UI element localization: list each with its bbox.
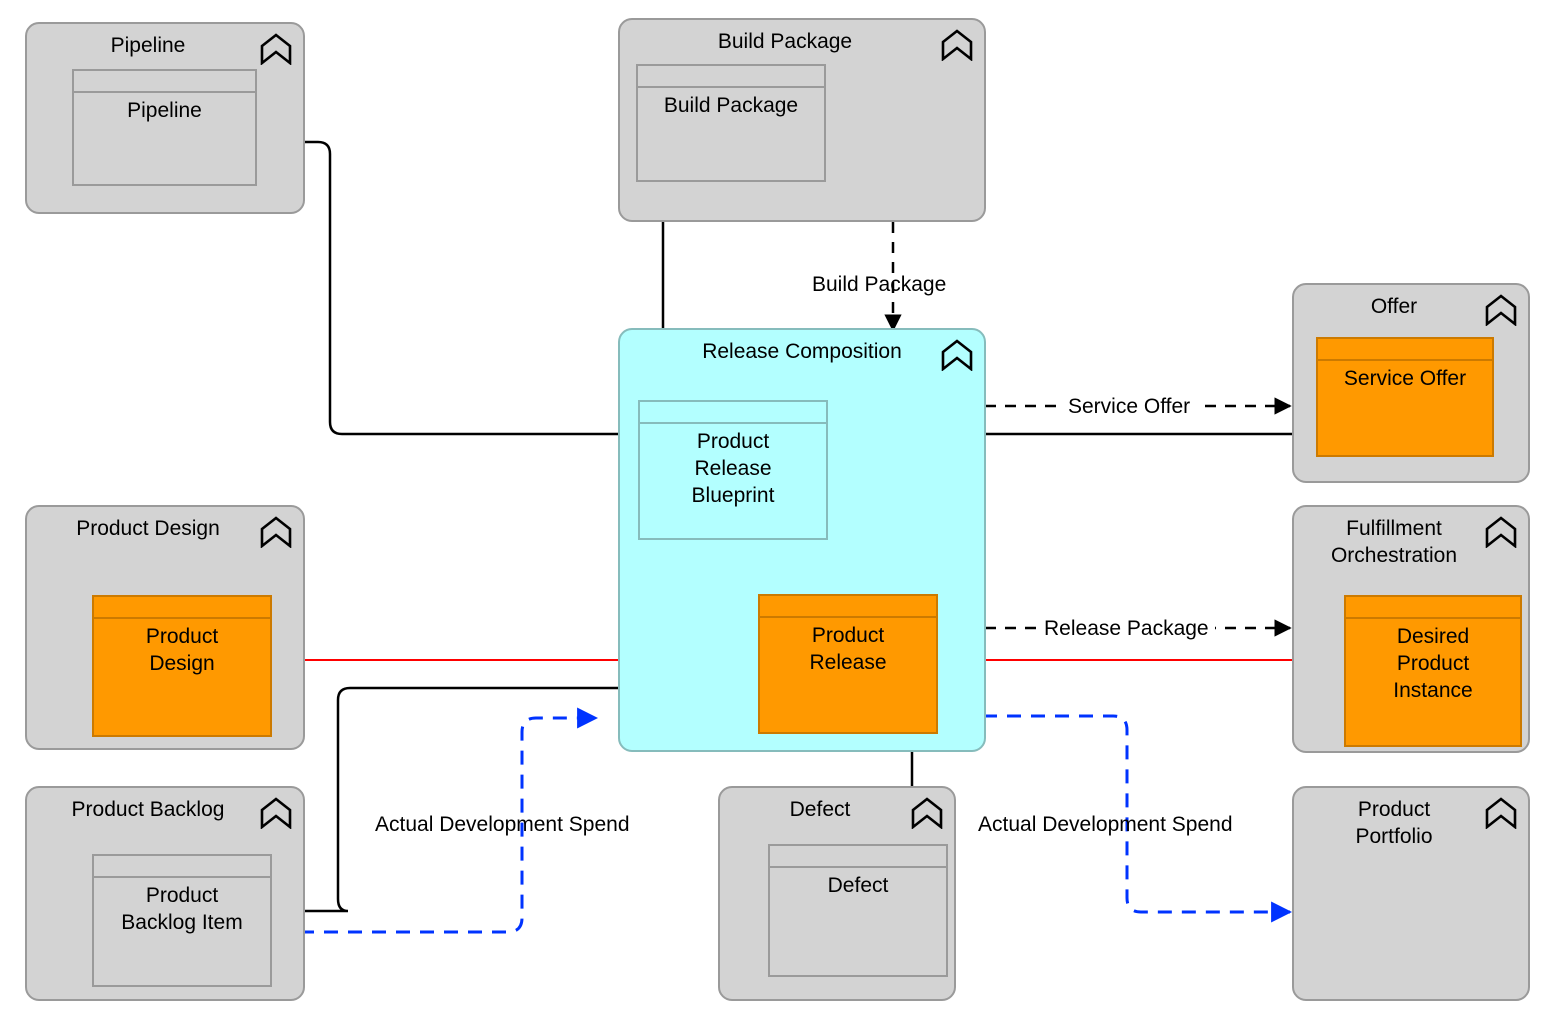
group-product-design-title: Product Design	[76, 517, 220, 540]
element-product-release-label: Product Release	[809, 624, 887, 674]
group-build-package-title: Build Package	[717, 30, 853, 53]
element-product-design-label: Product Design	[145, 625, 219, 675]
element-defect[interactable]: Defect	[768, 844, 948, 977]
element-product-release-blueprint[interactable]: Product Release Blueprint	[638, 400, 828, 540]
element-desired-product-instance[interactable]: Desired Product Instance	[1344, 595, 1522, 747]
connector-label-actual-dev-spend-left: Actual Development Spend	[375, 813, 630, 836]
element-desired-product-instance-header	[1346, 597, 1520, 619]
group-defect[interactable]: Defect Defect	[718, 786, 956, 1001]
element-pipeline-header	[74, 71, 255, 93]
element-build-package-header	[638, 66, 824, 88]
element-product-release[interactable]: Product Release	[758, 594, 938, 734]
group-product-backlog-title: Product Backlog	[71, 798, 225, 821]
element-pipeline[interactable]: Pipeline	[72, 69, 257, 186]
element-service-offer-header	[1318, 339, 1492, 361]
wire-pipeline-to-blueprint	[260, 140, 637, 436]
diagram-canvas: Pipeline Pipeline Build Package Build Pa…	[0, 0, 1554, 1024]
grouping-chevron-icon	[941, 339, 973, 371]
element-product-design[interactable]: Product Design	[92, 595, 272, 737]
group-product-backlog[interactable]: Product Backlog Product Backlog Item	[25, 786, 305, 1001]
grouping-chevron-icon	[941, 29, 973, 61]
group-pipeline[interactable]: Pipeline Pipeline	[25, 22, 305, 214]
connector-label-release-package: Release Package	[1038, 616, 1215, 641]
element-product-backlog-item-header	[94, 856, 270, 878]
group-fulfillment-orchestration[interactable]: Fulfillment Orchestration Desired Produc…	[1292, 505, 1530, 753]
group-offer[interactable]: Offer Service Offer	[1292, 283, 1530, 483]
grouping-chevron-icon	[260, 797, 292, 829]
grouping-chevron-icon	[260, 33, 292, 65]
element-service-offer-label: Service Offer	[1343, 367, 1467, 390]
group-product-design[interactable]: Product Design Product Design	[25, 505, 305, 750]
group-product-portfolio[interactable]: Product Portfolio	[1292, 786, 1530, 1001]
element-desired-product-instance-label: Desired Product Instance	[1393, 625, 1473, 702]
element-build-package-label: Build Package	[663, 94, 799, 117]
element-service-offer[interactable]: Service Offer	[1316, 337, 1494, 457]
group-product-portfolio-title: Product Portfolio	[1355, 798, 1433, 848]
grouping-chevron-icon	[1485, 516, 1517, 548]
element-product-backlog-item-label: Product Backlog Item	[121, 884, 243, 934]
grouping-chevron-icon	[260, 516, 292, 548]
element-defect-header	[770, 846, 946, 868]
element-defect-label: Defect	[827, 874, 889, 897]
element-product-release-header	[760, 596, 936, 618]
group-release-composition[interactable]: Release Composition Product Release Blue…	[618, 328, 986, 752]
element-build-package[interactable]: Build Package	[636, 64, 826, 182]
group-defect-title: Defect	[789, 798, 851, 821]
connector-label-build-package: Build Package	[812, 273, 947, 296]
element-product-release-blueprint-header	[640, 402, 826, 424]
element-pipeline-label: Pipeline	[127, 99, 202, 122]
grouping-chevron-icon	[911, 797, 943, 829]
element-product-release-blueprint-label: Product Release Blueprint	[691, 430, 775, 507]
group-fulfillment-orchestration-title: Fulfillment Orchestration	[1330, 517, 1458, 567]
element-product-design-header	[94, 597, 270, 619]
connector-label-service-offer: Service Offer	[1062, 394, 1197, 419]
grouping-chevron-icon	[1485, 294, 1517, 326]
grouping-chevron-icon	[1485, 797, 1517, 829]
element-product-backlog-item[interactable]: Product Backlog Item	[92, 854, 272, 987]
group-release-composition-title: Release Composition	[702, 340, 902, 363]
group-build-package[interactable]: Build Package Build Package	[618, 18, 986, 222]
connector-label-actual-dev-spend-right: Actual Development Spend	[978, 813, 1233, 836]
group-offer-title: Offer	[1370, 295, 1418, 318]
group-pipeline-title: Pipeline	[110, 34, 186, 57]
